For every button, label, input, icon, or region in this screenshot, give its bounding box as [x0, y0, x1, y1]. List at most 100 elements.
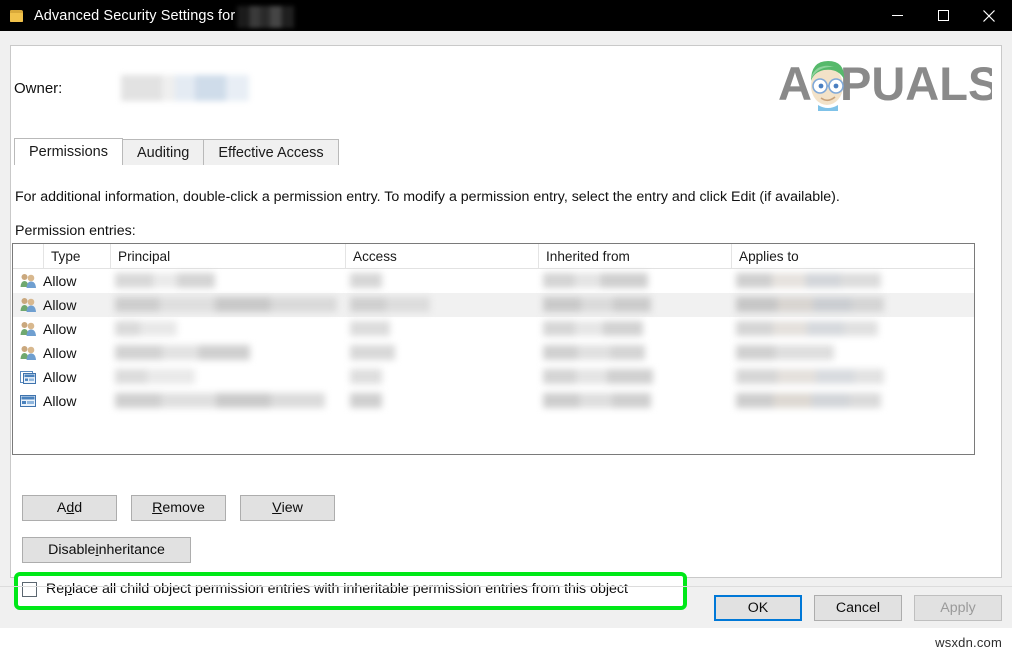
- title-bar: Advanced Security Settings for: [0, 0, 1012, 31]
- maximize-icon[interactable]: [920, 0, 966, 31]
- svg-text:A: A: [778, 57, 812, 110]
- cell-inherited-from: [539, 317, 732, 341]
- column-header-icon[interactable]: [13, 244, 44, 268]
- view-button[interactable]: View: [240, 495, 335, 521]
- remove-button-label-post: emove: [162, 500, 205, 516]
- window-controls: [874, 0, 1012, 31]
- add-button-label-pre: A: [56, 500, 67, 516]
- column-header-applies-to[interactable]: Applies to: [732, 244, 974, 268]
- apply-button: Apply: [914, 595, 1002, 621]
- cell-applies-to: [732, 389, 974, 413]
- footer-separator: [0, 586, 1012, 587]
- column-header-inherited-from[interactable]: Inherited from: [539, 244, 732, 268]
- window-title: Advanced Security Settings for: [34, 7, 236, 24]
- cell-access: [346, 389, 539, 413]
- cell-applies-to: [732, 293, 974, 317]
- cell-principal: [111, 293, 346, 317]
- list-action-buttons: Add Remove View: [22, 495, 335, 521]
- remove-button-accel: R: [152, 500, 163, 516]
- svg-text:PUALS: PUALS: [840, 57, 992, 110]
- owner-value-redacted: [121, 75, 250, 101]
- owner-row: Owner:: [14, 75, 250, 101]
- table-row[interactable]: Allow: [13, 317, 974, 341]
- cancel-button[interactable]: Cancel: [814, 595, 902, 621]
- table-header-row: Type Principal Access Inherited from App…: [13, 244, 974, 269]
- cell-access: [346, 293, 539, 317]
- cell-principal: [111, 317, 346, 341]
- cb-label-post: lace all child object permission entries…: [72, 581, 628, 597]
- replace-child-permissions-label: Replace all child object permission entr…: [46, 581, 628, 597]
- column-header-principal[interactable]: Principal: [111, 244, 346, 268]
- tab-effective-access-label: Effective Access: [218, 144, 324, 161]
- tab-strip: Permissions Auditing Effective Access: [14, 138, 978, 165]
- cell-access: [346, 365, 539, 389]
- cell-type: Allow: [43, 297, 77, 313]
- column-header-access[interactable]: Access: [346, 244, 539, 268]
- tab-effective-access[interactable]: Effective Access: [203, 139, 339, 165]
- add-button-accel: d: [66, 500, 75, 516]
- tab-permissions[interactable]: Permissions: [14, 138, 123, 165]
- column-header-type[interactable]: Type: [44, 244, 111, 268]
- replace-child-permissions-checkbox[interactable]: [22, 581, 37, 597]
- cell-inherited-from: [539, 341, 732, 365]
- cell-type: Allow: [43, 369, 77, 385]
- cell-principal: [111, 341, 346, 365]
- info-text: For additional information, double-click…: [15, 189, 840, 205]
- permission-entries-list[interactable]: Type Principal Access Inherited from App…: [12, 243, 975, 455]
- cell-inherited-from: [539, 293, 732, 317]
- cell-principal: [111, 269, 346, 293]
- tab-auditing[interactable]: Auditing: [121, 139, 205, 165]
- cell-type: Allow: [43, 321, 77, 337]
- add-button[interactable]: Add: [22, 495, 117, 521]
- window-title-redacted-value: [237, 5, 295, 28]
- tab-permissions-label: Permissions: [29, 144, 108, 160]
- cell-type: Allow: [43, 273, 77, 289]
- cell-type: Allow: [43, 393, 77, 409]
- table-row[interactable]: Allow: [13, 341, 974, 365]
- table-row[interactable]: Allow: [13, 365, 974, 389]
- minimize-icon[interactable]: [874, 0, 920, 31]
- close-icon[interactable]: [966, 0, 1012, 31]
- cell-principal: [111, 365, 346, 389]
- cell-inherited-from: [539, 269, 732, 293]
- cell-applies-to: [732, 269, 974, 293]
- cell-access: [346, 341, 539, 365]
- ok-button[interactable]: OK: [714, 595, 802, 621]
- cell-inherited-from: [539, 365, 732, 389]
- tab-auditing-label: Auditing: [136, 144, 190, 161]
- cell-access: [346, 317, 539, 341]
- cell-applies-to: [732, 317, 974, 341]
- view-button-accel: V: [272, 500, 282, 516]
- computer-window-icon: [13, 394, 43, 408]
- folder-icon: [9, 8, 25, 24]
- permission-entries-label: Permission entries:: [15, 223, 136, 239]
- footer-buttons: OK Cancel Apply: [714, 595, 1002, 621]
- cb-label-accel: p: [64, 581, 73, 597]
- cell-access: [346, 269, 539, 293]
- users-group-icon: [13, 273, 43, 289]
- owner-label: Owner:: [14, 79, 63, 97]
- disable-inheritance-label-post: nheritance: [98, 542, 165, 558]
- table-row[interactable]: Allow: [13, 269, 974, 293]
- users-group-icon: [13, 297, 43, 313]
- cell-applies-to: [732, 341, 974, 365]
- cb-label-pre: Re: [46, 581, 65, 597]
- site-watermark: wsxdn.com: [935, 635, 1002, 650]
- table-row[interactable]: Allow: [13, 389, 974, 413]
- appuals-logo: A PUALS: [778, 53, 999, 111]
- view-button-label-post: iew: [281, 500, 303, 516]
- dialog-body: Owner: A PUALS Permissions Auditing Effe…: [0, 31, 1012, 650]
- remove-button[interactable]: Remove: [131, 495, 226, 521]
- users-group-icon: [13, 321, 43, 337]
- disable-inheritance-label-pre: Disable: [48, 542, 96, 558]
- table-row[interactable]: Allow: [13, 293, 974, 317]
- replace-child-permissions-row[interactable]: Replace all child object permission entr…: [22, 581, 628, 597]
- disable-inheritance-button[interactable]: Disable i nheritance: [22, 537, 191, 563]
- add-button-label-post: d: [74, 500, 83, 516]
- cell-applies-to: [732, 365, 974, 389]
- table-body: Allow Allow Allow Allow Allow Allow: [13, 269, 974, 413]
- cell-principal: [111, 389, 346, 413]
- users-group-icon: [13, 345, 43, 361]
- cell-type: Allow: [43, 345, 77, 361]
- stacked-windows-icon: [13, 370, 43, 385]
